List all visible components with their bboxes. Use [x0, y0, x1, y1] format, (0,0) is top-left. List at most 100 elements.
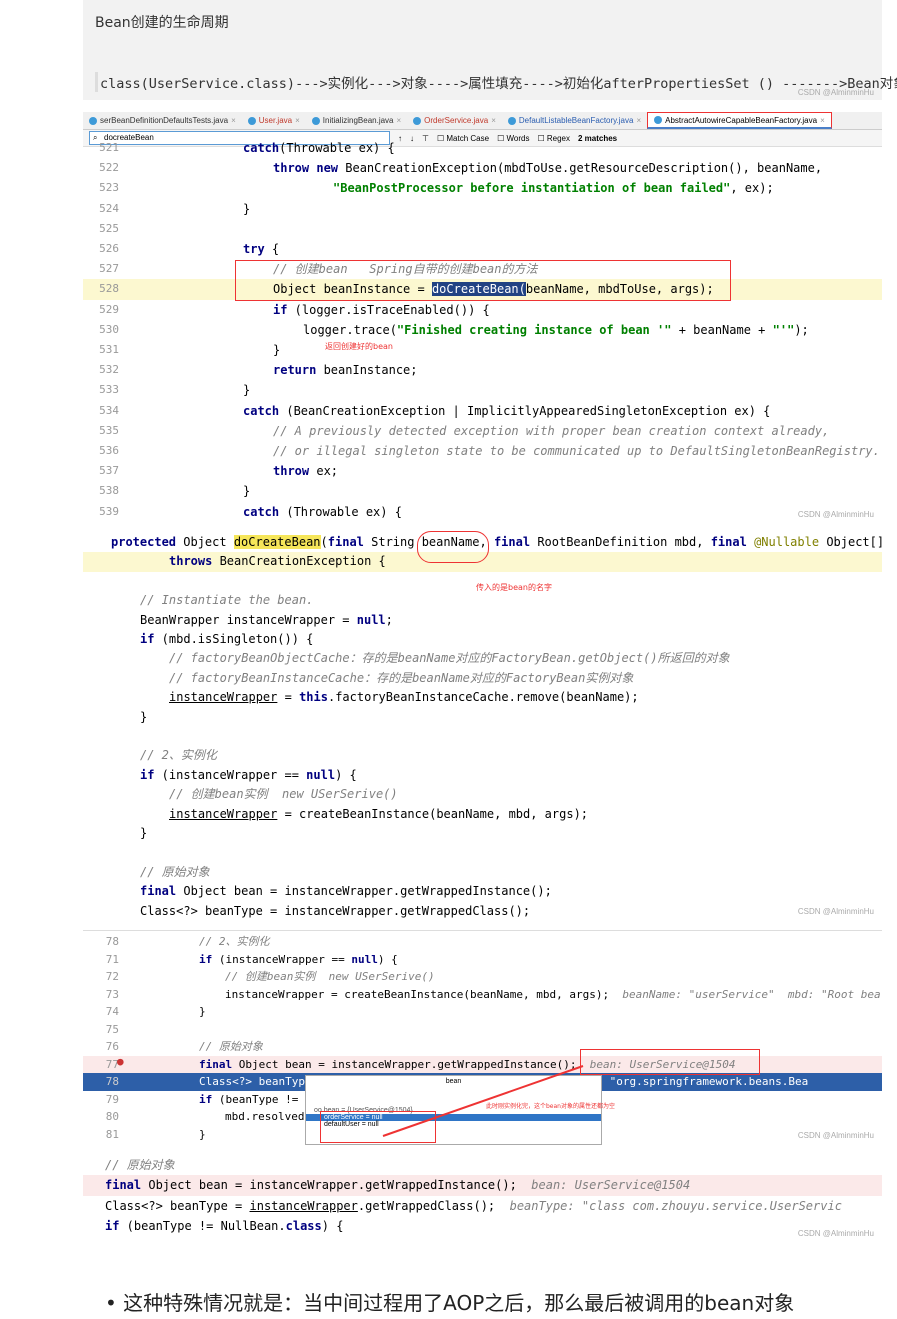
final-code: // 原始对象 final Object bean = instanceWrapp… [83, 1155, 882, 1243]
class-icon [654, 116, 663, 124]
code-token: this [299, 690, 328, 705]
code-token: , ex); [730, 181, 774, 196]
code-token: doCreateBean [233, 535, 321, 549]
code-token: null [356, 612, 386, 627]
code-token: // 创建bean实例 new USerSerive() [169, 787, 398, 802]
code-token: ) { [321, 1218, 344, 1233]
code-token: // 2、实例化 [140, 748, 217, 763]
code-line: 538} [83, 481, 882, 501]
code-line: 526 try { [83, 239, 882, 259]
code-line: Class<?> beanType = instanceWrapper.getW… [83, 1196, 882, 1216]
code-token: throws [169, 554, 220, 569]
code-token: = createBeanInstance(beanName, mbd, args… [277, 806, 589, 821]
code-token: (Throwable ex) { [279, 504, 402, 519]
tab-4[interactable]: DefaultListableBeanFactory.java × [502, 112, 647, 129]
code-token: if [273, 302, 288, 317]
code-token: instanceWrapper [169, 690, 278, 705]
code-token: catch [243, 141, 280, 155]
code-token: instanceWrapper [169, 806, 278, 821]
code-token: // or illegal singleton state to be comm… [273, 444, 880, 458]
code-token: Object bean = instanceWrapper.getWrapped… [148, 1178, 532, 1193]
code-line: BeanWrapper instanceWrapper = null; [83, 611, 882, 630]
class-icon [247, 116, 256, 125]
code-token: if [140, 632, 155, 646]
close-icon[interactable]: × [397, 116, 402, 125]
code-token: throw [273, 464, 310, 479]
code-line: instanceWrapper = createBeanInstance(bea… [83, 805, 882, 824]
code-line: // 原始对象 [83, 863, 882, 882]
code-token: Class<?> beanType = instanceWrapper.getW… [140, 903, 531, 918]
code-line: 525 [83, 219, 882, 239]
code-line: // factoryBeanInstanceCache：存的是beanName对… [83, 669, 882, 688]
code-line: 524} [83, 199, 882, 219]
code-token: ; [385, 612, 393, 627]
code-line: // 2、实例化 [83, 746, 882, 765]
watermark: CSDN @AlminminHu [797, 510, 874, 519]
line-number: 539 [99, 504, 119, 518]
code-token: // factoryBeanInstanceCache：存的是beanName对… [169, 670, 634, 685]
line-number: 532 [99, 363, 119, 377]
tab-0[interactable]: serBeanDefinitionDefaultsTests.java × [83, 112, 242, 129]
code-token: protected [111, 535, 184, 549]
class-icon [413, 116, 422, 125]
code-token: BeanCreationException { [219, 554, 386, 569]
annotation-note: 返回创建好的bean [325, 342, 393, 351]
lifecycle-flow: class(UserService.class)--->实例化--->对象---… [95, 72, 897, 92]
code-token: } [140, 709, 148, 724]
code-token: beanType: "class com.zhouyu.service.User… [509, 1198, 842, 1213]
close-icon[interactable]: × [295, 116, 300, 125]
code-token: // factoryBeanObjectCache：存的是beanName对应的… [169, 651, 730, 666]
code-token: beanInstance; [316, 363, 418, 378]
code-token: // 原始对象 [140, 864, 210, 879]
code-token: ) { [335, 767, 357, 782]
code-token: Class<?> beanType = [105, 1198, 250, 1213]
code-token: null [306, 767, 336, 782]
code-line: // 创建bean实例 new USerSerive() [83, 785, 882, 804]
line-number: 537 [99, 464, 119, 478]
code-token: Object[] [826, 535, 885, 549]
code-token: (logger.isTraceEnabled()) { [287, 302, 490, 317]
code-token: throw new [273, 161, 346, 176]
code-token: return [273, 363, 317, 378]
code-token: (mbd.isSingleton()) { [154, 632, 314, 646]
tab-1[interactable]: User.java × [242, 112, 306, 129]
code-token: class [285, 1218, 322, 1233]
line-number: 538 [99, 484, 119, 498]
tab-5[interactable]: AbstractAutowireCapableBeanFactory.java … [647, 112, 832, 129]
code-token: if [105, 1218, 120, 1233]
tab-2[interactable]: InitializingBean.java × [306, 112, 407, 129]
line-number: 521 [99, 141, 119, 154]
class-icon [89, 116, 97, 125]
line-number: 526 [99, 242, 119, 255]
close-icon[interactable]: × [820, 116, 825, 125]
line-number: 528 [99, 282, 119, 296]
code-token: "Finished creating instance of bean '" [396, 322, 672, 337]
code-line: // factoryBeanObjectCache：存的是beanName对应的… [83, 649, 882, 668]
code-line: instanceWrapper = this.factoryBeanInstan… [83, 688, 882, 707]
code-area: 521 catch(Throwable ex) {522 throw new Bea… [83, 138, 882, 522]
tab-3[interactable]: OrderService.java × [407, 112, 502, 129]
code-token: final [493, 535, 538, 549]
class-icon [311, 116, 320, 125]
line-number: 530 [99, 322, 119, 336]
code-line: 537 throw ex; [83, 461, 882, 481]
close-icon[interactable]: × [491, 116, 496, 125]
code-token: (instanceWrapper == [154, 767, 307, 782]
code-token: = [277, 690, 300, 705]
code-line: } [83, 708, 882, 727]
code-token: "'" [772, 322, 795, 337]
annotation-note: 传入的是bean的名字 [476, 583, 552, 592]
code-area: // 原始对象 final Object bean = instanceWrapp… [83, 1155, 882, 1243]
code-token: ( [320, 535, 328, 549]
close-icon[interactable]: × [231, 116, 236, 125]
close-icon[interactable]: × [636, 116, 641, 125]
code-token: final [105, 1178, 149, 1193]
code-token: Object bean = instanceWrapper.getWrapped… [183, 884, 552, 899]
code-line: 535 // A previously detected exception wi… [83, 421, 882, 441]
code-token: } [243, 201, 251, 216]
watermark: CSDN @AlminminHu [797, 1229, 874, 1238]
code-token: (beanType != NullBean. [119, 1218, 286, 1233]
watermark: CSDN @AlminminHu [797, 907, 874, 916]
code-token: try [243, 242, 265, 256]
